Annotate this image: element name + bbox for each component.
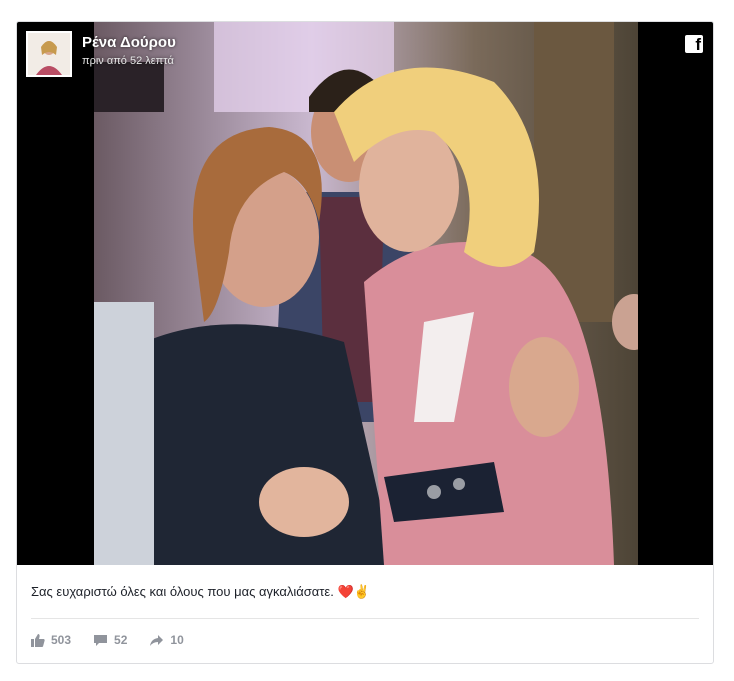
hugging-women-photo bbox=[94, 22, 638, 565]
comment-icon bbox=[94, 634, 108, 646]
avatar-portrait-icon bbox=[28, 33, 70, 75]
post-timestamp[interactable]: πριν από 52 λεπτά bbox=[82, 55, 176, 67]
facebook-post-card: Ρένα Δούρου πριν από 52 λεπτά f Σας ευχα… bbox=[16, 21, 714, 664]
facebook-icon[interactable]: f bbox=[685, 35, 703, 54]
engagement-bar: 503 52 10 bbox=[31, 633, 206, 647]
divider bbox=[31, 618, 699, 619]
post-photo[interactable]: Ρένα Δούρου πριν από 52 λεπτά f bbox=[17, 22, 713, 565]
share-count[interactable]: 10 bbox=[149, 633, 184, 647]
comment-count-value: 52 bbox=[114, 633, 128, 647]
page-avatar[interactable] bbox=[26, 31, 72, 77]
thumbs-up-icon bbox=[31, 633, 45, 647]
like-count[interactable]: 503 bbox=[31, 633, 71, 647]
post-header: Ρένα Δούρου πριν από 52 λεπτά bbox=[26, 31, 176, 81]
share-arrow-icon bbox=[150, 634, 164, 646]
post-caption: Σας ευχαριστώ όλες και όλους που μας αγκ… bbox=[31, 584, 370, 599]
comment-count[interactable]: 52 bbox=[93, 633, 127, 647]
like-count-value: 503 bbox=[51, 633, 72, 647]
share-count-value: 10 bbox=[170, 633, 184, 647]
page-name-link[interactable]: Ρένα Δούρου bbox=[82, 34, 176, 51]
